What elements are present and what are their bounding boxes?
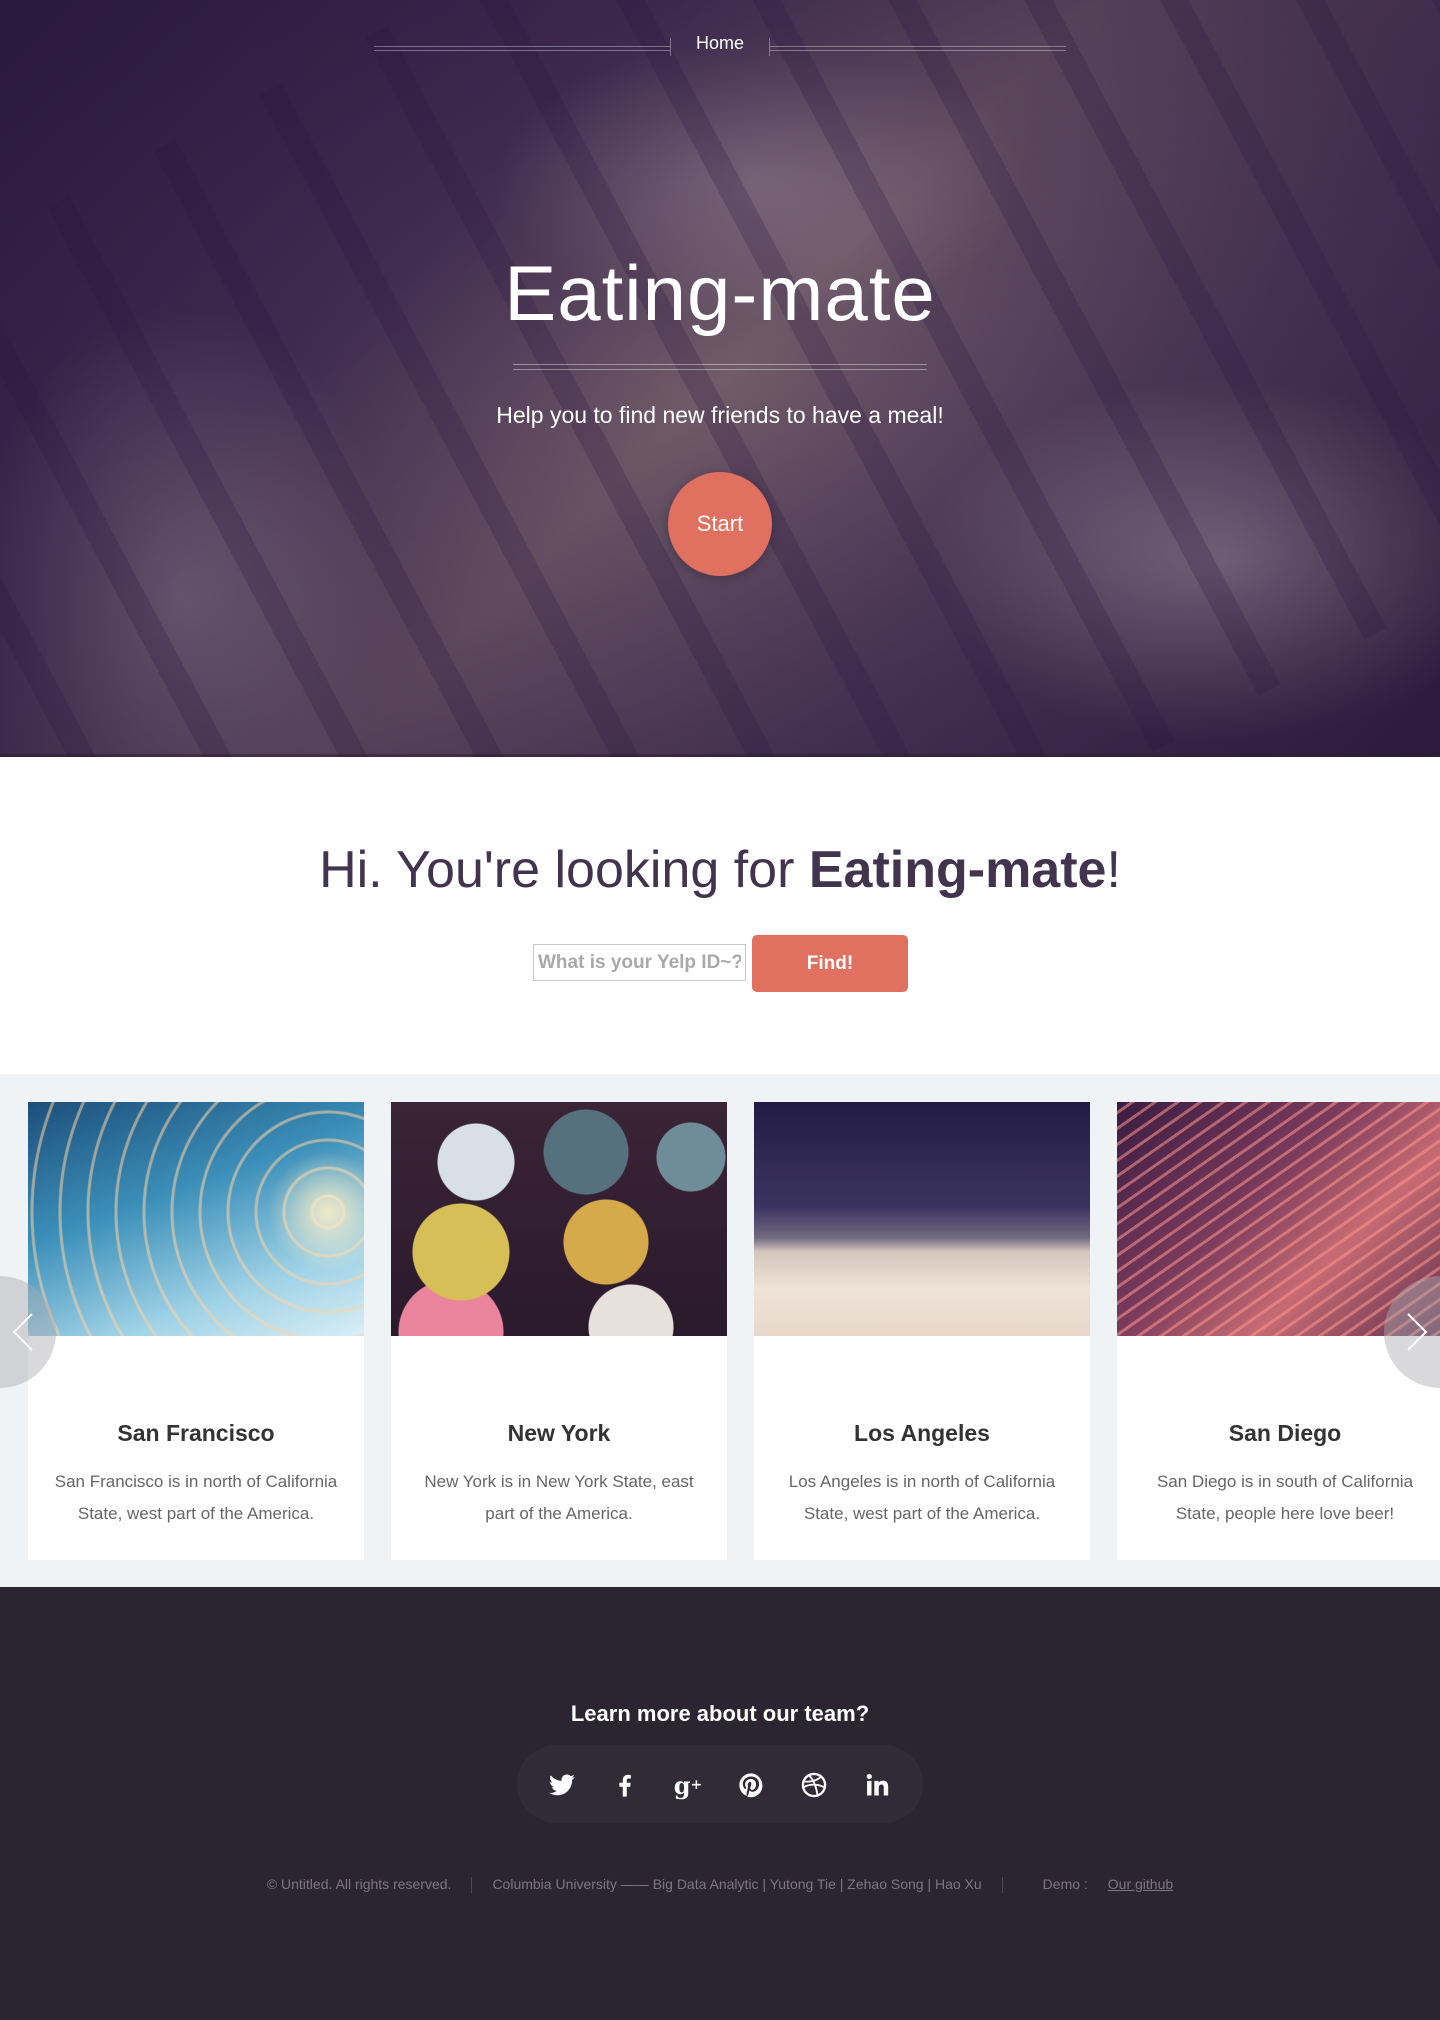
- demo-link-wrapper: Demo : Our github: [1003, 1876, 1194, 1892]
- city-title: San Diego: [1228, 1420, 1342, 1446]
- chevron-right-icon: [1407, 1313, 1428, 1351]
- intro-title-brand: Eating-mate: [808, 841, 1107, 899]
- city-title: New York: [507, 1420, 611, 1446]
- city-title: Los Angeles: [854, 1420, 990, 1446]
- top-navigation: Home: [0, 0, 1440, 90]
- intro-title-suffix: !: [1106, 841, 1121, 899]
- linkedin-icon[interactable]: [857, 1765, 897, 1805]
- city-description: New York is in New York State, east part…: [424, 1472, 694, 1523]
- city-description: San Diego is in south of California Stat…: [1156, 1472, 1414, 1523]
- pinterest-icon[interactable]: [731, 1765, 771, 1805]
- github-link[interactable]: Our github: [1108, 1876, 1173, 1892]
- intro-title-prefix: Hi. You're looking for: [319, 841, 809, 899]
- twitter-icon[interactable]: [542, 1765, 582, 1805]
- intro-title: Hi. You're looking for Eating-mate!: [0, 840, 1440, 900]
- hero-banner: Home Eating-mate Help you to find new fr…: [0, 0, 1440, 757]
- nav-home-link[interactable]: Home: [670, 33, 770, 54]
- city-image: [754, 1102, 1090, 1336]
- city-image: [391, 1102, 727, 1336]
- nav-divider-left: [374, 46, 670, 51]
- city-title: San Francisco: [117, 1420, 275, 1446]
- city-card-los-angeles[interactable]: Los Angeles Los Angeles is in north of C…: [754, 1102, 1090, 1560]
- nav-divider-right: [770, 46, 1066, 51]
- footer-heading: Learn more about our team?: [570, 1701, 870, 1726]
- yelp-id-input[interactable]: [533, 944, 746, 981]
- dribbble-icon[interactable]: [794, 1765, 834, 1805]
- city-carousel: San Francisco San Francisco is in north …: [0, 1074, 1440, 1587]
- city-description: Los Angeles is in north of California St…: [788, 1472, 1056, 1523]
- city-card-new-york[interactable]: New York New York is in New York State, …: [391, 1102, 727, 1560]
- start-button[interactable]: Start: [668, 472, 772, 576]
- city-image: [1117, 1102, 1440, 1336]
- footer-copyright: © Untitled. All rights reserved. Columbia…: [0, 1876, 1440, 1894]
- find-button[interactable]: Find!: [752, 935, 908, 992]
- city-card-san-francisco[interactable]: San Francisco San Francisco is in north …: [28, 1102, 364, 1560]
- team-credits: Columbia University —— Big Data Analytic…: [492, 1876, 982, 1892]
- city-image: [28, 1102, 364, 1336]
- google-plus-icon[interactable]: g +: [668, 1765, 708, 1805]
- hero-subtitle: Help you to find new friends to have a m…: [496, 402, 944, 428]
- chevron-left-icon: [12, 1313, 33, 1351]
- copyright-text: © Untitled. All rights reserved.: [266, 1876, 452, 1892]
- demo-label: Demo :: [1042, 1876, 1088, 1892]
- hero-divider: [513, 364, 927, 370]
- hero-title: Eating-mate: [504, 249, 936, 337]
- city-description: San Francisco is in north of California …: [54, 1472, 338, 1523]
- facebook-icon[interactable]: [605, 1765, 645, 1805]
